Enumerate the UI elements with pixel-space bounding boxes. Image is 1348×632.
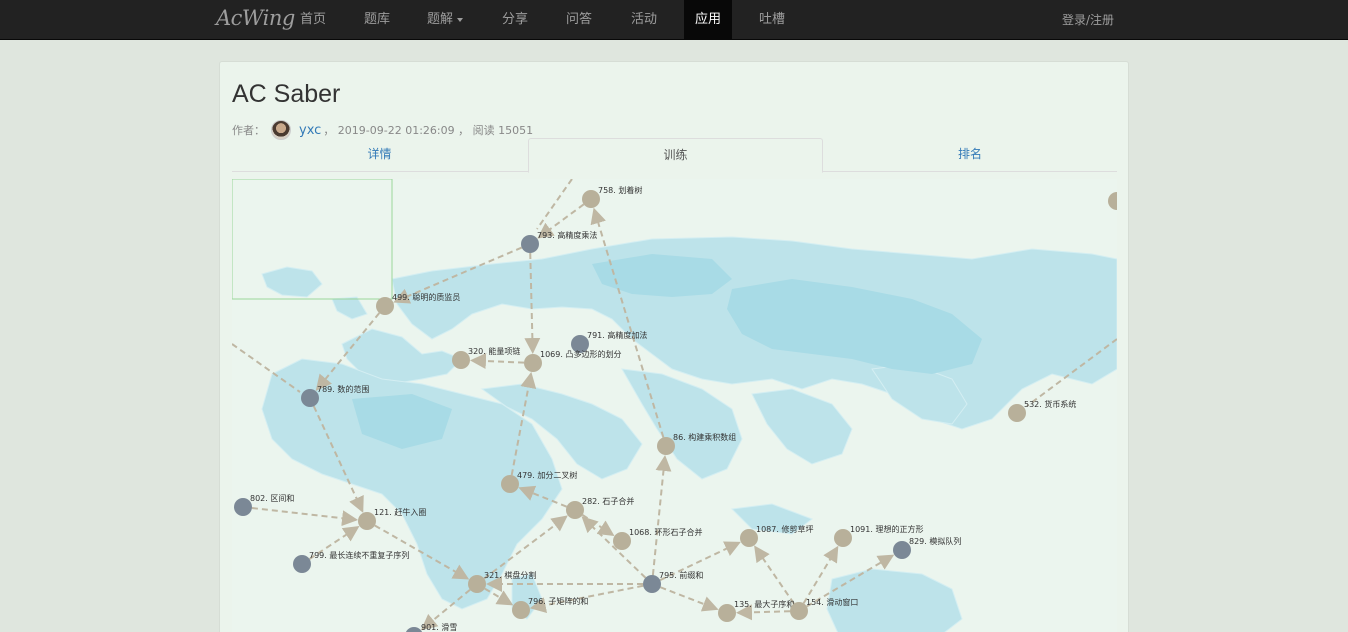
nav-solutions-label: 题解 xyxy=(426,12,453,27)
tab-details[interactable]: 详情 xyxy=(232,138,527,172)
problem-node-label[interactable]: 320. 能量项链 xyxy=(468,346,520,356)
author-prefix: 作者： xyxy=(232,124,265,137)
brand-logo[interactable]: AcWing xyxy=(216,6,295,30)
tab-bar: 详情 训练 排名 xyxy=(232,138,1117,173)
problem-node-label[interactable]: 802. 区间和 xyxy=(250,494,294,503)
problem-node-label[interactable]: 121. 赶牛入圈 xyxy=(374,507,426,517)
nav-qa[interactable]: 问答 xyxy=(555,0,603,40)
article-meta: 作者： yxc ， 2019-09-22 01:26:09 ， 阅读 15051 xyxy=(232,120,533,140)
tab-training[interactable]: 训练 xyxy=(528,138,823,173)
problem-node-label[interactable]: 791. 高精度加法 xyxy=(587,330,647,340)
problem-node-label[interactable]: 86. 构建乘积数组 xyxy=(673,432,736,442)
problem-node-label[interactable]: 321. 棋盘分割 xyxy=(484,570,536,580)
problem-node-label[interactable]: 499. 聪明的质监员 xyxy=(392,292,460,302)
training-map[interactable]: 758. 划着树 793. 高精度乘法 499. 聪明的质监员 791. 高精度加法 3… xyxy=(232,179,1117,632)
problem-node-label[interactable]: 154. 滑动窗口 xyxy=(806,597,858,607)
problem-node-label[interactable]: 789. 数的范围 xyxy=(317,384,369,394)
meta-info: ， 2019-09-22 01:26:09 ， 阅读 15051 xyxy=(323,124,534,137)
problem-node-label[interactable]: 479. 加分二叉树 xyxy=(517,470,577,480)
nav-home[interactable]: 首页 xyxy=(289,0,337,40)
login-register-link[interactable]: 登录/注册 xyxy=(1062,0,1114,40)
top-navbar: AcWing 首页 题库 题解 分享 问答 活动 应用 吐槽 登录/注册 xyxy=(0,0,1348,40)
tab-ranking[interactable]: 排名 xyxy=(823,138,1117,172)
content-panel: AC Saber 作者： yxc ， 2019-09-22 01:26:09 ，… xyxy=(219,61,1129,632)
nav-solutions[interactable]: 题解 xyxy=(417,0,473,40)
problem-node-label[interactable]: 1087. 修剪草坪 xyxy=(756,524,813,534)
problem-node-label[interactable]: 1091. 理想的正方形 xyxy=(850,524,923,534)
problem-node-label[interactable]: 282. 石子合并 xyxy=(582,496,634,506)
avatar[interactable] xyxy=(271,120,291,140)
problem-node-label[interactable]: 1069. 凸多边形的划分 xyxy=(540,349,621,359)
problem-node-label[interactable]: 829. 模拟队列 xyxy=(909,536,961,546)
problem-node-label[interactable]: 796. 子矩阵的和 xyxy=(528,596,588,606)
problem-node-label[interactable]: 135. 最大子序和 xyxy=(734,599,794,609)
problem-node-label[interactable]: 758. 划着树 xyxy=(598,185,642,195)
problem-node-label[interactable]: 901. 滑雪 xyxy=(421,622,457,632)
nav-apps[interactable]: 应用 xyxy=(684,0,732,40)
page-title: AC Saber xyxy=(232,80,341,108)
problem-node-label[interactable]: 793. 高精度乘法 xyxy=(537,230,597,240)
nav-problems[interactable]: 题库 xyxy=(353,0,401,40)
author-link[interactable]: yxc xyxy=(299,123,321,138)
nav-feedback[interactable]: 吐槽 xyxy=(748,0,796,40)
problem-node-label[interactable]: 1068. 环形石子合并 xyxy=(629,527,702,537)
caret-down-icon xyxy=(457,17,463,22)
problem-node-label[interactable]: 532. 货币系统 xyxy=(1024,399,1076,409)
problem-node-label[interactable]: 799. 最长连续不重复子序列 xyxy=(309,550,409,560)
nav-activities[interactable]: 活动 xyxy=(620,0,668,40)
nav-share[interactable]: 分享 xyxy=(491,0,539,40)
map-svg[interactable]: 758. 划着树 793. 高精度乘法 499. 聪明的质监员 791. 高精度加法 3… xyxy=(232,179,1117,632)
problem-node-label[interactable]: 795. 前缀和 xyxy=(659,570,703,580)
